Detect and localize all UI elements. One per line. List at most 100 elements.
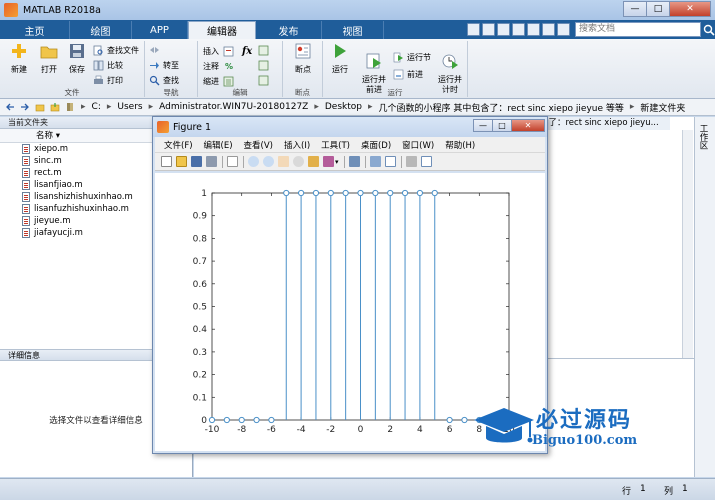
find-files-button[interactable]: 查找文件 bbox=[93, 44, 139, 56]
nav-back-forward-button[interactable] bbox=[149, 44, 163, 56]
data-cursor-icon[interactable] bbox=[308, 156, 319, 167]
figure-maximize-button[interactable]: □ bbox=[492, 119, 512, 132]
search-docs-input[interactable]: 搜索文档 bbox=[575, 22, 701, 37]
path-segment[interactable]: 新建文件夹 bbox=[640, 101, 685, 114]
quick-cut-icon[interactable] bbox=[482, 23, 495, 36]
pan-hand-icon[interactable] bbox=[278, 156, 289, 167]
x-tick-label: -8 bbox=[237, 425, 246, 435]
path-segment[interactable]: C: bbox=[92, 102, 101, 112]
stem-marker bbox=[298, 189, 305, 197]
goto-button[interactable]: 转至 bbox=[149, 59, 179, 71]
quick-save-icon[interactable] bbox=[467, 23, 480, 36]
print-button[interactable]: 打印 bbox=[93, 74, 123, 86]
pointer-icon[interactable] bbox=[227, 156, 238, 167]
tab-publish[interactable]: 发布 bbox=[256, 21, 322, 39]
tab-apps[interactable]: APP bbox=[132, 21, 188, 39]
menu-window[interactable]: 窗口(W) bbox=[402, 139, 434, 151]
breakpoints-button[interactable]: 断点 bbox=[289, 42, 317, 75]
menu-view[interactable]: 查看(V) bbox=[244, 139, 273, 151]
show-plot-tools-icon[interactable] bbox=[420, 156, 432, 167]
forward-arrow-icon[interactable] bbox=[20, 102, 30, 112]
path-segment[interactable]: Desktop bbox=[325, 102, 362, 112]
quick-help-icon[interactable] bbox=[557, 23, 570, 36]
back-arrow-icon[interactable] bbox=[5, 102, 15, 112]
m-file-icon bbox=[22, 168, 30, 178]
menu-help[interactable]: 帮助(H) bbox=[445, 139, 475, 151]
menu-file[interactable]: 文件(F) bbox=[164, 139, 193, 151]
maximize-button[interactable]: □ bbox=[646, 1, 670, 17]
print-icon[interactable] bbox=[206, 156, 217, 167]
search-icon bbox=[149, 75, 160, 85]
brush-icon[interactable] bbox=[323, 156, 334, 167]
quick-copy-icon[interactable] bbox=[497, 23, 510, 36]
fx-button[interactable]: fx bbox=[242, 45, 252, 57]
x-tick-label: -6 bbox=[267, 425, 276, 435]
menu-edit[interactable]: 编辑(E) bbox=[204, 139, 233, 151]
run-button[interactable]: 运行 bbox=[329, 42, 351, 75]
edit-tool-icon[interactable] bbox=[258, 75, 269, 86]
zoom-out-icon[interactable] bbox=[263, 156, 274, 167]
browse-folder-icon[interactable] bbox=[50, 102, 60, 112]
x-tick-label: 4 bbox=[417, 425, 423, 435]
search-icon[interactable] bbox=[703, 24, 715, 36]
run-section-button[interactable]: 运行节 bbox=[393, 51, 431, 63]
save-icon[interactable] bbox=[191, 156, 202, 167]
up-folder-icon[interactable] bbox=[35, 102, 45, 112]
edit-tool-icon[interactable] bbox=[258, 45, 269, 56]
ribbon-group-navigate: 转至 查找 导航 bbox=[145, 41, 198, 97]
rotate-3d-icon[interactable] bbox=[293, 156, 304, 167]
tab-plots[interactable]: 绘图 bbox=[70, 21, 132, 39]
quick-undo-icon[interactable] bbox=[527, 23, 540, 36]
new-figure-icon[interactable] bbox=[161, 156, 172, 167]
stem-marker bbox=[253, 416, 260, 424]
figure-minimize-button[interactable]: — bbox=[473, 119, 493, 132]
quick-paste-icon[interactable] bbox=[512, 23, 525, 36]
editor-tab-path[interactable]: 含了：rect sinc xiepo jieyu... bbox=[540, 117, 670, 130]
path-segment[interactable]: 几个函数的小程序 其中包含了：rect sinc xiepo jieyue 等等 bbox=[379, 101, 624, 114]
find-button[interactable]: 查找 bbox=[149, 74, 179, 86]
quick-redo-icon[interactable] bbox=[542, 23, 555, 36]
minimize-button[interactable]: — bbox=[623, 1, 647, 17]
menu-insert[interactable]: 插入(I) bbox=[284, 139, 310, 151]
drive-icon bbox=[67, 103, 73, 111]
m-file-icon bbox=[22, 156, 30, 166]
printer-icon bbox=[94, 75, 103, 84]
x-tick-label: 6 bbox=[447, 425, 453, 435]
advance-button[interactable]: 前进 bbox=[393, 68, 423, 80]
new-button[interactable]: 新建 bbox=[6, 42, 32, 75]
path-segment[interactable]: Administrator.WIN7U-20180127Z bbox=[159, 102, 308, 112]
save-button[interactable]: 保存 bbox=[64, 42, 90, 75]
stem-marker bbox=[283, 189, 290, 197]
close-button[interactable]: ✕ bbox=[669, 1, 711, 17]
workspace-pane[interactable] bbox=[694, 117, 715, 477]
brush-dropdown-icon[interactable]: ▾ bbox=[335, 158, 339, 166]
stem-marker bbox=[312, 189, 320, 197]
insert-button[interactable]: 插入 bbox=[203, 45, 237, 57]
menu-tools[interactable]: 工具(T) bbox=[321, 139, 350, 151]
figure-titlebar[interactable]: Figure 1 — □ ✕ bbox=[153, 117, 547, 137]
x-tick-label: -10 bbox=[205, 425, 220, 435]
open-file-icon[interactable] bbox=[176, 156, 187, 167]
tab-view[interactable]: 视图 bbox=[322, 21, 384, 39]
colorbar-icon[interactable] bbox=[369, 156, 381, 167]
compare-button[interactable]: 比较 bbox=[93, 59, 123, 71]
figure-close-button[interactable]: ✕ bbox=[511, 119, 545, 132]
matlab-logo-icon bbox=[4, 3, 18, 17]
stem-marker bbox=[268, 416, 275, 424]
indent-button[interactable]: 缩进 bbox=[203, 75, 237, 87]
zoom-in-icon[interactable] bbox=[248, 156, 259, 167]
ribbon-group-file: 新建 打开 保存 查找文件 比较 打印 文件 bbox=[0, 41, 145, 97]
legend-icon[interactable] bbox=[384, 156, 396, 167]
editor-scrollbar[interactable] bbox=[682, 130, 693, 360]
tab-home[interactable]: 主页 bbox=[0, 21, 70, 39]
edit-tool-icon[interactable] bbox=[258, 60, 269, 71]
tab-editor[interactable]: 编辑器 bbox=[188, 21, 256, 39]
path-segment[interactable]: Users bbox=[117, 102, 142, 112]
link-plot-icon[interactable] bbox=[348, 156, 360, 167]
percent-comment-icon: % bbox=[225, 61, 234, 71]
hide-plot-tools-icon[interactable] bbox=[405, 156, 417, 167]
menu-desktop[interactable]: 桌面(D) bbox=[361, 139, 391, 151]
comment-button[interactable]: 注释 % bbox=[203, 60, 233, 72]
y-tick-label: 0.3 bbox=[193, 348, 207, 358]
open-button[interactable]: 打开 bbox=[36, 42, 62, 75]
